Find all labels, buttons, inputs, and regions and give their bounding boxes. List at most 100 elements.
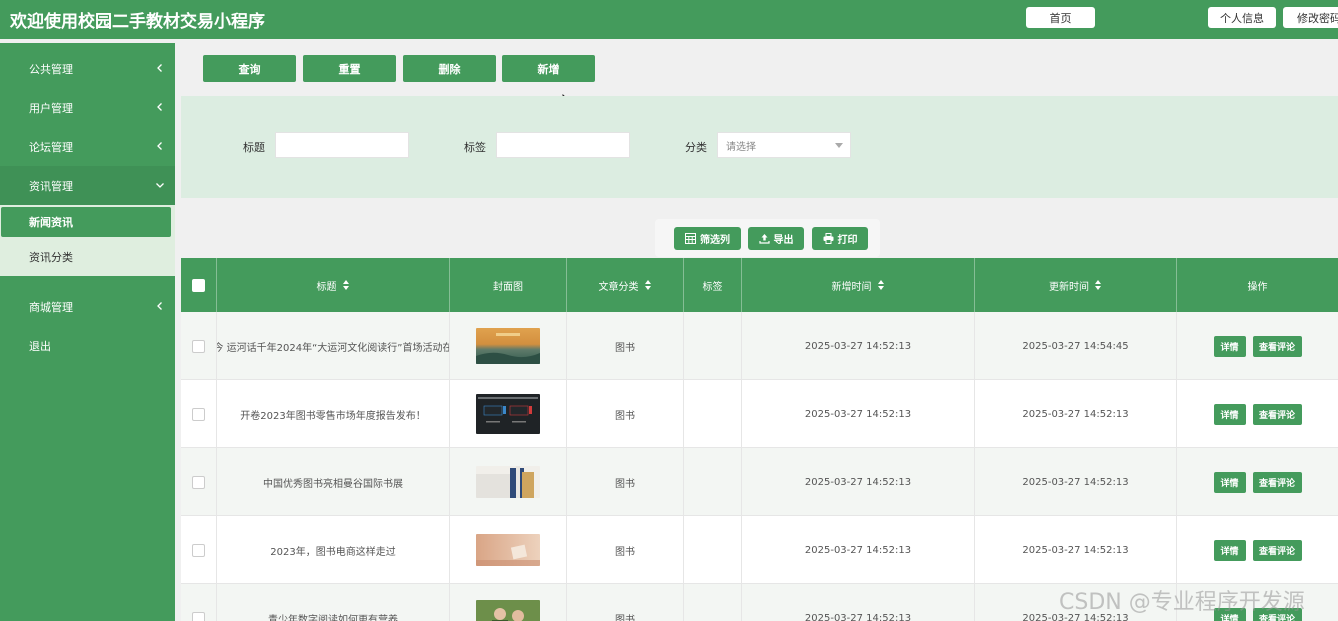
sidebar-item-label: 商城管理 <box>29 300 73 314</box>
header-actions: 操作 <box>1247 281 1268 293</box>
category-select-placeholder: 请选择 <box>726 141 756 153</box>
view-comments-button[interactable]: 查看评论 <box>1252 539 1302 561</box>
row-select-cell <box>181 312 217 380</box>
caret-down-icon <box>835 143 843 148</box>
row-select-cell <box>181 516 217 584</box>
row-select-cell <box>181 380 217 448</box>
row-title: 今 运河话千年2024年“大运河文化阅读行”首场活动在 <box>217 312 450 380</box>
row-created: 2025-03-27 14:52:13 <box>742 448 975 516</box>
row-created: 2025-03-27 14:52:13 <box>742 380 975 448</box>
detail-button[interactable]: 详情 <box>1213 471 1246 493</box>
view-comments-button[interactable]: 查看评论 <box>1252 471 1302 493</box>
detail-button[interactable]: 详情 <box>1213 539 1246 561</box>
row-updated: 2025-03-27 14:52:13 <box>975 516 1177 584</box>
row-tag <box>684 312 742 380</box>
row-checkbox[interactable] <box>192 475 205 489</box>
upload-icon <box>758 234 770 244</box>
top-header: 欢迎使用校园二手教材交易小程序 首页 个人信息 修改密码 <box>0 0 1338 39</box>
row-updated: 2025-03-27 14:54:45 <box>975 312 1177 380</box>
row-cover <box>450 448 567 516</box>
news-submenu: 新闻资讯 资讯分类 <box>0 205 175 276</box>
row-tag <box>684 380 742 448</box>
change-password-button[interactable]: 修改密码 <box>1283 7 1338 28</box>
filter-columns-button[interactable]: 筛选列 <box>674 227 741 250</box>
tag-search-input[interactable] <box>496 132 630 158</box>
sort-icon[interactable] <box>877 280 885 290</box>
table-icon <box>685 233 696 244</box>
row-tag <box>684 516 742 584</box>
row-cover <box>450 516 567 584</box>
sort-icon[interactable] <box>342 280 350 290</box>
row-checkbox[interactable] <box>192 611 205 621</box>
sidebar-item-label: 资讯管理 <box>29 179 73 193</box>
sidebar-item-label: 论坛管理 <box>29 140 73 154</box>
print-label: 打印 <box>837 235 858 246</box>
print-button[interactable]: 打印 <box>812 227 868 250</box>
sort-icon[interactable] <box>644 280 652 290</box>
row-title: 中国优秀图书亮相曼谷国际书展 <box>217 448 450 516</box>
header-category[interactable]: 文章分类 <box>567 258 684 312</box>
detail-button[interactable]: 详情 <box>1213 335 1246 357</box>
row-title: 青少年数字阅读如何更有营养 <box>217 584 450 621</box>
cover-image <box>476 600 540 621</box>
table-header: 标题 封面图 文章分类 标签 新增时间 更新时间 操作 <box>181 258 1338 312</box>
row-cover <box>450 584 567 621</box>
row-tag <box>684 448 742 516</box>
cover-image <box>476 328 540 364</box>
printer-icon <box>823 233 833 244</box>
header-title[interactable]: 标题 <box>217 258 450 312</box>
row-select-cell <box>181 448 217 516</box>
row-checkbox[interactable] <box>192 543 205 557</box>
row-actions: 详情 查看评论 <box>1177 380 1338 448</box>
row-select-cell <box>181 584 217 621</box>
category-select[interactable]: 请选择 <box>717 132 851 158</box>
chevron-down-icon <box>156 183 164 188</box>
delete-button[interactable]: 删除 <box>403 55 496 82</box>
header-cover: 封面图 <box>450 258 567 312</box>
header-title-label: 标题 <box>316 281 337 293</box>
header-updated-label: 更新时间 <box>1049 281 1089 293</box>
header-created-label: 新增时间 <box>831 281 872 293</box>
add-button[interactable]: 新增 <box>502 55 595 82</box>
title-search-input[interactable] <box>275 132 409 158</box>
cover-image <box>476 394 540 434</box>
select-all-checkbox[interactable] <box>192 278 205 292</box>
category-label: 分类 <box>685 141 707 154</box>
profile-button[interactable]: 个人信息 <box>1208 7 1276 28</box>
sidebar-item-public[interactable]: 公共管理 <box>0 49 175 88</box>
app-title: 欢迎使用校园二手教材交易小程序 <box>10 12 265 32</box>
row-title: 开卷2023年图书零售市场年度报告发布！ <box>217 380 450 448</box>
home-button[interactable]: 首页 <box>1026 7 1095 28</box>
view-comments-button[interactable]: 查看评论 <box>1252 403 1302 425</box>
sidebar-subitem-news-list[interactable]: 新闻资讯 <box>1 207 171 237</box>
cover-image <box>476 534 540 566</box>
query-button[interactable]: 查询 <box>203 55 296 82</box>
sidebar-subitem-news-category[interactable]: 资讯分类 <box>0 242 175 272</box>
sort-icon[interactable] <box>1095 280 1102 290</box>
row-title: 2023年，图书电商这样走过 <box>217 516 450 584</box>
export-label: 导出 <box>773 235 794 246</box>
sidebar-item-users[interactable]: 用户管理 <box>0 88 175 127</box>
row-checkbox[interactable] <box>192 407 205 421</box>
row-checkbox[interactable] <box>192 339 205 353</box>
header-select-cell <box>181 258 217 312</box>
sidebar-item-forum[interactable]: 论坛管理 <box>0 127 175 166</box>
cover-image <box>476 466 540 498</box>
sidebar-item-shop[interactable]: 商城管理 <box>0 287 175 326</box>
row-created: 2025-03-27 14:52:13 <box>742 516 975 584</box>
row-actions: 详情 查看评论 <box>1177 312 1338 380</box>
detail-button[interactable]: 详情 <box>1213 403 1246 425</box>
view-comments-button[interactable]: 查看评论 <box>1252 335 1302 357</box>
row-created: 2025-03-27 14:52:13 <box>742 584 975 621</box>
export-button[interactable]: 导出 <box>748 227 804 250</box>
reset-button[interactable]: 重置 <box>303 55 396 82</box>
sidebar-item-news[interactable]: 资讯管理 <box>0 166 175 205</box>
header-updated[interactable]: 更新时间 <box>975 258 1177 312</box>
row-category: 图书 <box>567 516 684 584</box>
row-category: 图书 <box>567 448 684 516</box>
sidebar-item-logout[interactable]: 退出 <box>0 326 175 365</box>
row-cover <box>450 380 567 448</box>
header-created[interactable]: 新增时间 <box>742 258 975 312</box>
sidebar: 公共管理 用户管理 论坛管理 资讯管理 新闻资讯 资讯分类 商城管理 退出 <box>0 43 175 621</box>
table-row: 开卷2023年图书零售市场年度报告发布！ 图书 2025-03-27 14:52… <box>181 380 1338 448</box>
